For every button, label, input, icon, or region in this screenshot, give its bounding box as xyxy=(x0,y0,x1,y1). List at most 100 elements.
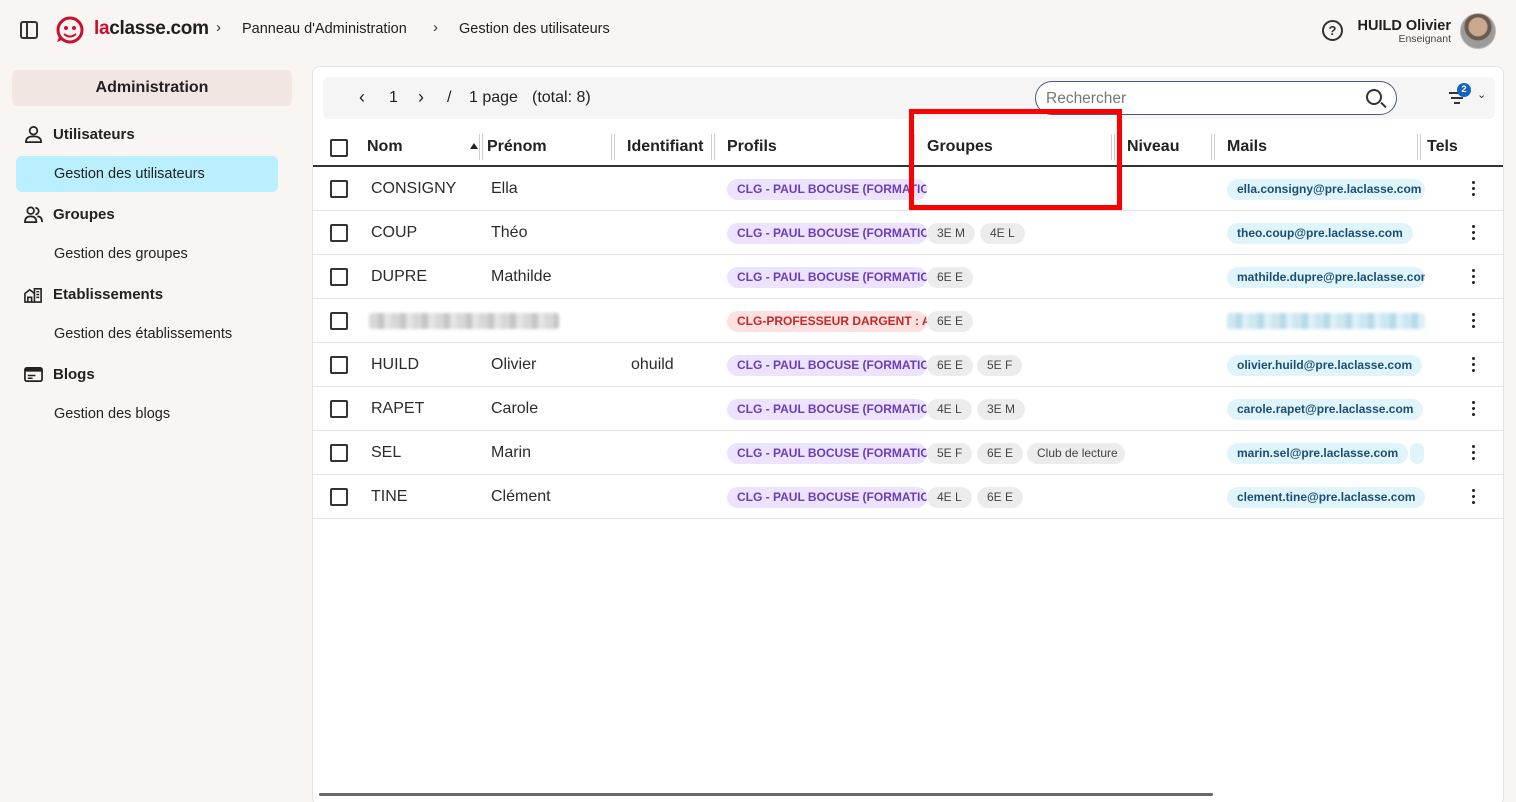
column-header-niveau[interactable]: Niveau xyxy=(1127,138,1179,156)
row-checkbox[interactable] xyxy=(330,356,348,374)
more-actions-icon[interactable] xyxy=(1472,489,1476,505)
group-chip[interactable]: 4E L xyxy=(980,223,1025,244)
cell-nom: HUILD xyxy=(371,356,420,373)
more-actions-icon[interactable] xyxy=(1472,445,1476,461)
cell-prenom: Ella xyxy=(491,180,518,197)
column-header-profils[interactable]: Profils xyxy=(727,138,777,156)
next-page-icon[interactable]: › xyxy=(418,87,424,108)
column-resize-handle[interactable] xyxy=(479,134,483,160)
profile-chip[interactable]: CLG-PROFESSEUR DARGENT : A xyxy=(727,311,927,332)
row-checkbox[interactable] xyxy=(330,400,348,418)
group-icon xyxy=(24,206,43,223)
sidebar-item-group-management[interactable]: Gestion des groupes xyxy=(16,236,278,272)
highlight-box-groupes-column xyxy=(909,109,1122,210)
group-chip[interactable]: 4E L xyxy=(927,399,972,420)
profile-chip[interactable]: CLG - PAUL BOCUSE (FORMATION) xyxy=(727,399,927,420)
sort-ascending-icon[interactable] xyxy=(470,143,478,149)
mail-chip[interactable]: mathilde.dupre@pre.laclasse.com xyxy=(1227,267,1425,288)
column-resize-handle[interactable] xyxy=(1417,134,1421,160)
profile-chip[interactable]: CLG - PAUL BOCUSE (FORMATION) xyxy=(727,487,927,508)
profile-chip[interactable]: CLG - PAUL BOCUSE (FORMATION) xyxy=(727,267,927,288)
profile-chip[interactable]: CLG - PAUL BOCUSE (FORMATION) xyxy=(727,443,927,464)
cell-identifiant: ohuild xyxy=(631,356,674,373)
cell-nom: DUPRE xyxy=(371,268,428,285)
row-checkbox[interactable] xyxy=(330,268,348,286)
row-checkbox[interactable] xyxy=(330,312,348,330)
breadcrumb-admin-panel[interactable]: Panneau d'Administration xyxy=(242,21,407,37)
column-header-nom[interactable]: Nom xyxy=(367,138,403,156)
table-row[interactable]: COUP Théo CLG - PAUL BOCUSE (FORMATION) … xyxy=(313,211,1503,255)
row-checkbox[interactable] xyxy=(330,180,348,198)
help-icon[interactable]: ? xyxy=(1322,20,1343,41)
more-actions-icon[interactable] xyxy=(1472,181,1476,197)
table-row[interactable]: HUILD Olivier ohuild CLG - PAUL BOCUSE (… xyxy=(313,343,1503,387)
mail-chip[interactable]: marin.sel@pre.laclasse.com xyxy=(1227,443,1409,464)
profile-chip[interactable]: CLG - PAUL BOCUSE (FORMATION) xyxy=(727,223,927,244)
cell-prenom: Théo xyxy=(491,224,528,241)
sidebar-section-label: Groupes xyxy=(53,206,115,223)
mail-chip[interactable]: ella.consigny@pre.laclasse.com xyxy=(1227,179,1425,200)
laclasse-logo-icon[interactable] xyxy=(55,15,85,45)
more-actions-icon[interactable] xyxy=(1472,313,1476,329)
chevron-down-icon[interactable]: ⌄ xyxy=(1477,88,1486,101)
table-row[interactable]: CONSIGNY Ella CLG - PAUL BOCUSE (FORMATI… xyxy=(313,167,1503,211)
horizontal-scrollbar[interactable] xyxy=(319,793,1213,796)
cell-nom: CONSIGNY xyxy=(371,180,457,197)
group-chip[interactable]: 6E E xyxy=(977,443,1024,464)
row-checkbox[interactable] xyxy=(330,488,348,506)
group-chip[interactable]: 5E F xyxy=(927,443,973,464)
current-page[interactable]: 1 xyxy=(389,89,398,107)
select-all-checkbox[interactable] xyxy=(330,139,348,157)
group-chip[interactable]: Club de lecture xyxy=(1027,443,1125,464)
mail-chip-overflow[interactable] xyxy=(1410,443,1424,464)
more-actions-icon[interactable] xyxy=(1472,269,1476,285)
sidebar-item-user-management[interactable]: Gestion des utilisateurs xyxy=(16,156,278,192)
group-chip[interactable]: 5E F xyxy=(977,355,1023,376)
profile-chip[interactable]: CLG - PAUL BOCUSE (FORMATION) xyxy=(727,355,927,376)
row-checkbox[interactable] xyxy=(330,224,348,242)
group-chip[interactable]: 6E E xyxy=(927,267,974,288)
table-row[interactable]: CLG-PROFESSEUR DARGENT : A 6E E xyxy=(313,299,1503,343)
filter-count-badge: 2 xyxy=(1457,83,1471,97)
previous-page-icon[interactable]: ‹ xyxy=(359,87,365,108)
column-header-mails[interactable]: Mails xyxy=(1227,138,1267,156)
group-chip[interactable]: 3E M xyxy=(977,399,1026,420)
table-row[interactable]: DUPRE Mathilde CLG - PAUL BOCUSE (FORMAT… xyxy=(313,255,1503,299)
group-chip[interactable]: 6E E xyxy=(977,487,1024,508)
top-bar: laclasse.com › Panneau d'Administration … xyxy=(0,0,1516,62)
building-icon xyxy=(24,287,42,303)
column-header-identifiant[interactable]: Identifiant xyxy=(627,138,703,156)
sidebar-toggle-icon[interactable] xyxy=(20,21,38,39)
avatar[interactable] xyxy=(1460,13,1496,49)
column-resize-handle[interactable] xyxy=(711,134,715,160)
more-actions-icon[interactable] xyxy=(1472,357,1476,373)
mail-chip[interactable]: clement.tine@pre.laclasse.com xyxy=(1227,487,1425,508)
column-header-tels[interactable]: Tels xyxy=(1427,138,1458,156)
more-actions-icon[interactable] xyxy=(1472,225,1476,241)
user-name[interactable]: HUILD Olivier xyxy=(1358,18,1451,34)
mail-chip[interactable]: olivier.huild@pre.laclasse.com xyxy=(1227,355,1423,376)
table-row[interactable]: TINE Clément CLG - PAUL BOCUSE (FORMATIO… xyxy=(313,475,1503,519)
chevron-right-icon: › xyxy=(216,19,221,36)
more-actions-icon[interactable] xyxy=(1472,401,1476,417)
cell-prenom: Mathilde xyxy=(491,268,552,285)
sidebar-item-school-management[interactable]: Gestion des établissements xyxy=(16,316,278,352)
group-chip[interactable]: 6E E xyxy=(927,355,974,376)
group-chip[interactable]: 4E L xyxy=(927,487,972,508)
cell-nom: COUP xyxy=(371,224,418,241)
search-icon[interactable] xyxy=(1366,89,1382,105)
column-resize-handle[interactable] xyxy=(611,134,615,160)
redacted-mail xyxy=(1227,313,1425,329)
group-chip[interactable]: 3E M xyxy=(927,223,976,244)
group-chip[interactable]: 6E E xyxy=(927,311,974,332)
brand-name[interactable]: laclasse.com xyxy=(94,18,209,40)
table-row[interactable]: SEL Marin CLG - PAUL BOCUSE (FORMATION) … xyxy=(313,431,1503,475)
mail-chip[interactable]: carole.rapet@pre.laclasse.com xyxy=(1227,399,1424,420)
profile-chip[interactable]: CLG - PAUL BOCUSE (FORMATION) xyxy=(727,179,927,200)
mail-chip[interactable]: theo.coup@pre.laclasse.com xyxy=(1227,223,1413,244)
table-row[interactable]: RAPET Carole CLG - PAUL BOCUSE (FORMATIO… xyxy=(313,387,1503,431)
column-header-prenom[interactable]: Prénom xyxy=(487,138,547,156)
column-resize-handle[interactable] xyxy=(1211,134,1215,160)
row-checkbox[interactable] xyxy=(330,444,348,462)
sidebar-item-blog-management[interactable]: Gestion des blogs xyxy=(16,396,278,432)
